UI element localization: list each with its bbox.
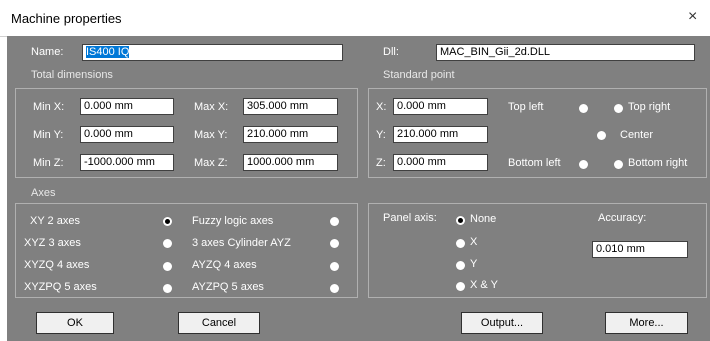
min-z-field[interactable]: -1000.000 mm [80, 154, 174, 171]
sp-x-label: X: [376, 101, 387, 113]
cancel-button[interactable]: Cancel [178, 312, 260, 334]
name-field[interactable]: IS400 IQ [82, 44, 343, 61]
bottom-left-label: Bottom left [508, 157, 561, 169]
bottom-right-radio[interactable] [614, 160, 623, 169]
axes-option-label: XYZ 3 axes [24, 237, 81, 249]
max-z-label: Max Z: [194, 157, 228, 169]
axes-xyz3-radio[interactable] [163, 239, 172, 248]
more-button[interactable]: More... [605, 312, 688, 334]
standard-point-title: Standard point [383, 69, 455, 81]
max-x-label: Max X: [194, 101, 229, 113]
close-icon[interactable]: × [688, 8, 697, 26]
sp-y-label: Y: [376, 129, 386, 141]
min-x-label: Min X: [33, 101, 65, 113]
axes-option-label: AYZQ 4 axes [192, 259, 257, 271]
axes-option-label: 3 axes Cylinder AYZ [192, 237, 291, 249]
panel-axis-none-radio[interactable] [456, 216, 465, 225]
axes-option-label: XYZQ 4 axes [24, 259, 90, 271]
axes-title: Axes [31, 187, 56, 199]
min-z-label: Min Z: [33, 157, 64, 169]
max-x-field[interactable]: 305.000 mm [243, 98, 338, 115]
panel-axis-label: Panel axis: [383, 212, 437, 224]
center-label: Center [620, 129, 654, 141]
min-y-field[interactable]: 0.000 mm [80, 126, 174, 143]
center-radio[interactable] [597, 131, 606, 140]
axes-option-label: AYZPQ 5 axes [192, 281, 264, 293]
accuracy-field[interactable]: 0.010 mm [592, 241, 688, 258]
axes-option-label: XYZPQ 5 axes [24, 281, 97, 293]
min-x-field[interactable]: 0.000 mm [80, 98, 174, 115]
name-label: Name: [31, 46, 64, 58]
panel-axis-option-label: None [470, 213, 497, 225]
top-left-label: Top left [508, 101, 544, 113]
accuracy-label: Accuracy: [598, 212, 647, 224]
window-title: Machine properties [11, 11, 122, 26]
sp-z-label: Z: [376, 157, 386, 169]
top-right-radio[interactable] [614, 104, 623, 113]
panel-axis-option-label: Y [470, 258, 478, 270]
ok-button[interactable]: OK [36, 312, 114, 334]
max-z-field[interactable]: 1000.000 mm [243, 154, 338, 171]
min-y-label: Min Y: [33, 129, 64, 141]
axes-option-label: XY 2 axes [30, 215, 80, 227]
sp-y-field[interactable]: 210.000 mm [393, 126, 488, 143]
bottom-right-label: Bottom right [628, 157, 688, 169]
axes-fuzzy-radio[interactable] [330, 217, 339, 226]
max-y-field[interactable]: 210.000 mm [243, 126, 338, 143]
axes-ayzpq5-radio[interactable] [330, 284, 339, 293]
panel-axis-option-label: X & Y [470, 279, 498, 291]
axes-xyzq4-radio[interactable] [163, 262, 172, 271]
total-dimensions-title: Total dimensions [31, 69, 113, 81]
name-value: IS400 IQ [86, 46, 130, 58]
dll-field[interactable]: MAC_BIN_Gii_2d.DLL [436, 44, 695, 61]
max-y-label: Max Y: [194, 129, 228, 141]
axes-xy2-radio[interactable] [163, 217, 172, 226]
sp-x-field[interactable]: 0.000 mm [393, 98, 488, 115]
output-button[interactable]: Output... [461, 312, 543, 334]
axes-cylinder-radio[interactable] [330, 239, 339, 248]
sp-z-field[interactable]: 0.000 mm [393, 154, 488, 171]
axes-xyzpq5-radio[interactable] [163, 284, 172, 293]
panel-axis-x-radio[interactable] [456, 239, 465, 248]
dll-label: Dll: [383, 46, 399, 58]
axes-option-label: Fuzzy logic axes [192, 215, 274, 227]
panel-axis-y-radio[interactable] [456, 261, 465, 270]
bottom-left-radio[interactable] [579, 160, 588, 169]
top-right-label: Top right [628, 101, 671, 113]
top-left-radio[interactable] [579, 104, 588, 113]
panel-axis-xy-radio[interactable] [456, 282, 465, 291]
panel-axis-option-label: X [470, 236, 478, 248]
axes-ayzq4-radio[interactable] [330, 262, 339, 271]
